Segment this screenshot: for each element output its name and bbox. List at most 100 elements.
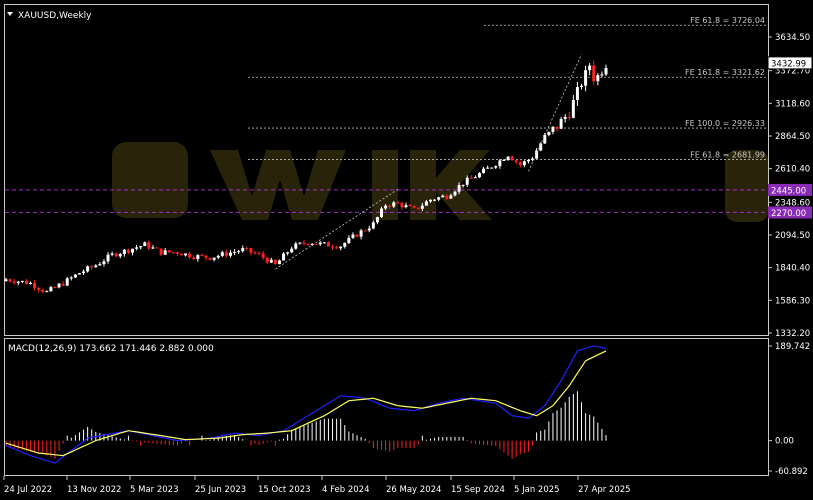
fib-level-label: FE 100.0 = 2926.33	[685, 119, 765, 128]
candle-body	[249, 248, 253, 253]
fib-level-label: FE 61.8 = 3726.04	[690, 16, 765, 25]
candle-body	[331, 246, 335, 248]
candle-body	[180, 253, 184, 256]
price-tick-label: 2864.50	[775, 132, 810, 142]
candle-body	[24, 280, 28, 285]
candle-body	[584, 70, 588, 86]
candle-body	[543, 134, 547, 144]
candle-body	[273, 259, 277, 265]
candle-body	[343, 243, 347, 247]
candle-body	[547, 131, 551, 135]
candle-body	[335, 247, 339, 249]
candle-body	[339, 246, 343, 249]
candle-body	[424, 201, 428, 206]
candle-body	[571, 99, 575, 118]
time-axis[interactable]: 24 Jul 2022 13 Nov 2022 5 Mar 2023 25 Jun 2…	[3, 476, 631, 495]
candle-body	[486, 167, 490, 169]
candle-body	[253, 252, 257, 254]
candle-body	[73, 274, 77, 278]
candle-body	[518, 161, 522, 166]
candle-body	[86, 266, 90, 272]
candle-body	[77, 273, 81, 275]
candle-body	[61, 283, 65, 286]
candle-body	[473, 177, 477, 179]
candle-body	[8, 279, 12, 282]
candle-body	[588, 65, 592, 71]
candle-body	[41, 289, 45, 292]
price-tick-label: 2348.60	[775, 198, 810, 208]
candle-body	[155, 247, 159, 249]
candle-body	[237, 251, 241, 253]
candle-body	[498, 160, 502, 167]
candle-body	[441, 195, 445, 198]
candle-body	[326, 242, 330, 247]
candle-body	[171, 252, 175, 254]
candle-body	[114, 253, 118, 257]
time-tick-label: 24 Jul 2022	[4, 485, 52, 495]
trading-chart-window[interactable]: XAUUSD,Weekly FE 61.8 = 3726.04 FE 161.8 …	[0, 0, 813, 500]
candle-body	[28, 282, 32, 285]
candle-body	[159, 248, 163, 255]
candle-body	[69, 277, 73, 279]
candle-body	[37, 287, 41, 290]
candle-body	[600, 74, 604, 76]
candle-body	[245, 248, 249, 250]
candle-body	[469, 177, 473, 179]
candle-body	[592, 65, 596, 82]
macd-axis: 189.742 0.00 -60.892	[768, 342, 810, 477]
candle	[77, 272, 81, 275]
candle-body	[575, 87, 579, 100]
symbol-timeframe-label: XAUUSD,Weekly	[18, 11, 92, 21]
candle-body	[420, 205, 424, 209]
candle-body	[208, 257, 212, 260]
candle-body	[228, 252, 232, 256]
price-tick-label: 2094.50	[775, 231, 810, 241]
candle-body	[404, 205, 408, 208]
price-tick-label: 1332.20	[775, 329, 810, 339]
candle-body	[16, 281, 20, 284]
candle-body	[106, 254, 110, 262]
candle-body	[314, 244, 318, 246]
candle-body	[428, 199, 432, 202]
candle-body	[98, 264, 102, 266]
candle-body	[457, 185, 461, 192]
candle-body	[367, 228, 371, 231]
candle-body	[408, 205, 412, 207]
candle-body	[53, 287, 57, 289]
candle-body	[94, 265, 98, 268]
candle	[314, 244, 318, 246]
time-tick-label: 26 May 2024	[386, 485, 441, 495]
candle-body	[57, 283, 61, 288]
candle-body	[261, 253, 265, 258]
candle	[539, 142, 543, 152]
candle-body	[118, 253, 122, 257]
horizontal-level-label: 2270.00	[771, 209, 806, 219]
candle-body	[4, 279, 8, 282]
candle-body	[522, 161, 526, 166]
fib-level-label: FE 161.8 = 3321.62	[685, 68, 765, 77]
candle-body	[482, 168, 486, 174]
candle-body	[302, 242, 306, 244]
time-tick-label: 13 Nov 2022	[67, 485, 121, 495]
candle-body	[555, 126, 559, 129]
candle-body	[122, 249, 126, 254]
time-tick-label: 15 Oct 2023	[258, 485, 311, 495]
candle-body	[131, 248, 135, 253]
candle-body	[269, 259, 273, 263]
candle-body	[82, 271, 86, 274]
candle-body	[596, 75, 600, 82]
candle-body	[139, 246, 143, 248]
candle-body	[135, 247, 139, 249]
price-tick-label: 2610.40	[775, 165, 810, 175]
candle-body	[494, 166, 498, 168]
candle-body	[147, 242, 151, 249]
macd-tick-label: 189.742	[775, 342, 810, 352]
price-tick-label: 3118.60	[775, 99, 810, 109]
time-tick-label: 25 Jun 2023	[195, 485, 246, 495]
candle-body	[461, 184, 465, 186]
price-tick-label: 1840.40	[775, 264, 810, 274]
candle-body	[163, 250, 167, 255]
candle-body	[257, 253, 261, 255]
fib-level-label: FE 61.8 = 2681.99	[690, 150, 765, 159]
candle-body	[412, 206, 416, 208]
